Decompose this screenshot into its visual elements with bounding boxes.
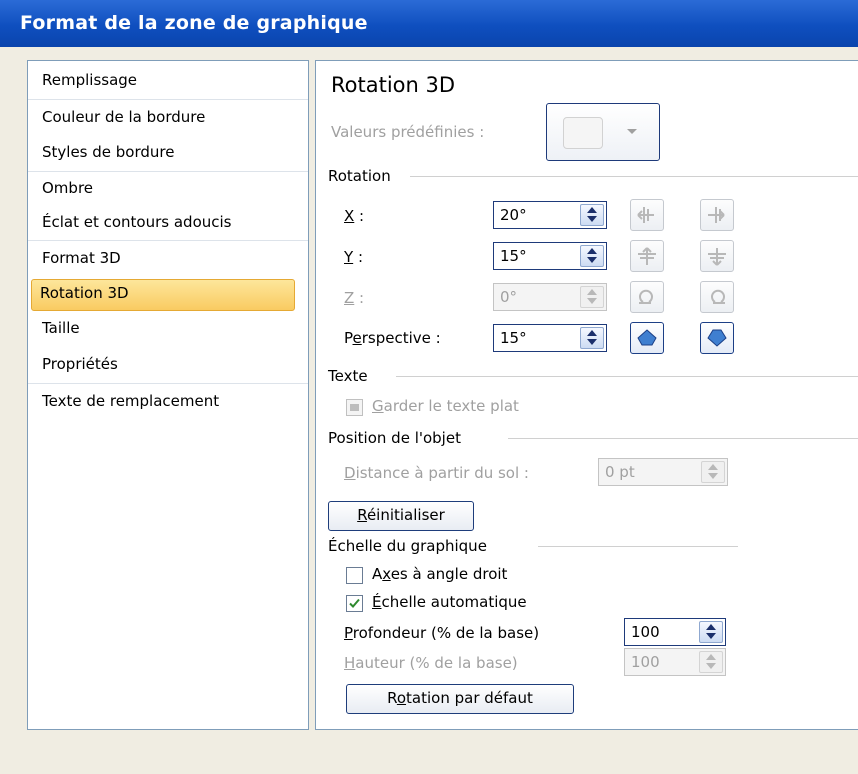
nav-separator <box>28 99 308 100</box>
group-divider <box>538 546 738 547</box>
height-label: Hauteur (% de la base) <box>344 654 518 672</box>
nav-item-rotation-3d[interactable]: Rotation 3D <box>40 284 129 302</box>
window-titlebar: Format de la zone de graphique <box>0 0 858 47</box>
spinner-arrows[interactable] <box>701 461 725 483</box>
rotation-3d-panel: Rotation 3D Valeurs prédéfinies : Rotati… <box>315 60 858 730</box>
keep-text-flat-label: Garder le texte plat <box>372 397 519 415</box>
height-value: 100 <box>631 653 660 671</box>
y-rotation-spinner[interactable]: 15° <box>493 242 607 270</box>
x-rotation-value: 20° <box>500 206 527 224</box>
narrow-perspective-button[interactable] <box>630 322 664 354</box>
distance-label: Distance à partir du sol : <box>344 464 529 482</box>
nav-separator <box>28 383 308 384</box>
window-title: Format de la zone de graphique <box>20 12 368 34</box>
rotate-counterclockwise-button[interactable] <box>630 281 664 313</box>
group-divider <box>410 176 858 177</box>
perspective-value: 15° <box>500 329 527 347</box>
nav-item-format-3d[interactable]: Format 3D <box>42 249 121 267</box>
widen-perspective-button[interactable] <box>700 322 734 354</box>
nav-item-proprietes[interactable]: Propriétés <box>42 355 118 373</box>
spinner-arrows[interactable] <box>699 651 723 673</box>
reset-button[interactable]: Réinitialiser <box>328 501 474 531</box>
spinner-arrows[interactable] <box>580 286 604 308</box>
depth-spinner[interactable]: 100 <box>624 618 726 646</box>
rotation-group-title: Rotation <box>328 167 391 185</box>
keep-text-flat-checkbox[interactable] <box>346 399 363 416</box>
distance-spinner[interactable]: 0 pt <box>598 458 728 486</box>
distance-value: 0 pt <box>605 463 635 481</box>
depth-label: Profondeur (% de la base) <box>344 624 540 642</box>
depth-value: 100 <box>631 623 660 641</box>
rotate-right-icon <box>708 207 725 223</box>
rotate-right-button[interactable] <box>700 199 734 231</box>
chevron-down-icon <box>627 129 637 134</box>
default-rotation-button[interactable]: Rotation par défaut <box>346 684 574 714</box>
rotate-up-icon <box>638 247 656 265</box>
presets-label: Valeurs prédéfinies : <box>331 123 485 141</box>
object-position-group-title: Position de l'objet <box>328 429 461 447</box>
rotate-down-icon <box>708 248 726 266</box>
checkmark-icon <box>349 598 360 608</box>
perspective-spinner[interactable]: 15° <box>493 324 607 352</box>
presets-dropdown[interactable] <box>546 103 660 161</box>
spinner-arrows[interactable] <box>580 245 604 267</box>
narrow-perspective-icon <box>637 329 657 346</box>
spinner-arrows[interactable] <box>699 621 723 643</box>
y-label: Y : <box>344 248 363 266</box>
auto-scale-label: Échelle automatique <box>372 593 527 611</box>
z-rotation-spinner[interactable]: 0° <box>493 283 607 311</box>
nav-item-taille[interactable]: Taille <box>42 319 80 337</box>
y-rotation-value: 15° <box>500 247 527 265</box>
auto-scale-checkbox[interactable] <box>346 595 363 612</box>
rotate-counterclockwise-icon <box>639 289 653 304</box>
right-angle-axes-checkbox[interactable] <box>346 567 363 584</box>
z-label: Z : <box>344 289 365 307</box>
nav-item-ombre[interactable]: Ombre <box>42 179 93 197</box>
nav-separator <box>28 240 308 241</box>
nav-item-couleur-bordure[interactable]: Couleur de la bordure <box>42 108 205 126</box>
nav-item-texte-remplacement[interactable]: Texte de remplacement <box>42 392 219 410</box>
nav-item-remplissage[interactable]: Remplissage <box>42 71 137 89</box>
perspective-label: Perspective : <box>344 329 441 347</box>
text-group-title: Texte <box>328 367 368 385</box>
group-divider <box>396 376 858 377</box>
spinner-arrows[interactable] <box>580 204 604 226</box>
z-rotation-value: 0° <box>500 288 518 306</box>
category-list: Remplissage Couleur de la bordure Styles… <box>27 60 309 730</box>
rotate-clockwise-icon <box>711 289 725 304</box>
x-label: X : <box>344 207 365 225</box>
rotate-down-button[interactable] <box>700 240 734 272</box>
group-divider <box>508 438 858 439</box>
x-rotation-spinner[interactable]: 20° <box>493 201 607 229</box>
nav-item-eclat[interactable]: Éclat et contours adoucis <box>42 213 232 231</box>
panel-heading: Rotation 3D <box>331 73 456 97</box>
indeterminate-mark <box>350 404 359 411</box>
rotate-left-icon <box>637 207 654 223</box>
spinner-arrows[interactable] <box>580 327 604 349</box>
rotate-clockwise-button[interactable] <box>700 281 734 313</box>
preset-preview <box>563 117 603 149</box>
height-spinner[interactable]: 100 <box>624 648 726 676</box>
rotate-left-button[interactable] <box>630 199 664 231</box>
nav-separator <box>28 171 308 172</box>
widen-perspective-icon <box>707 329 727 347</box>
right-angle-axes-label: Axes à angle droit <box>372 565 508 583</box>
chart-scale-group-title: Échelle du graphique <box>328 537 487 555</box>
rotate-up-button[interactable] <box>630 240 664 272</box>
nav-item-styles-bordure[interactable]: Styles de bordure <box>42 143 174 161</box>
